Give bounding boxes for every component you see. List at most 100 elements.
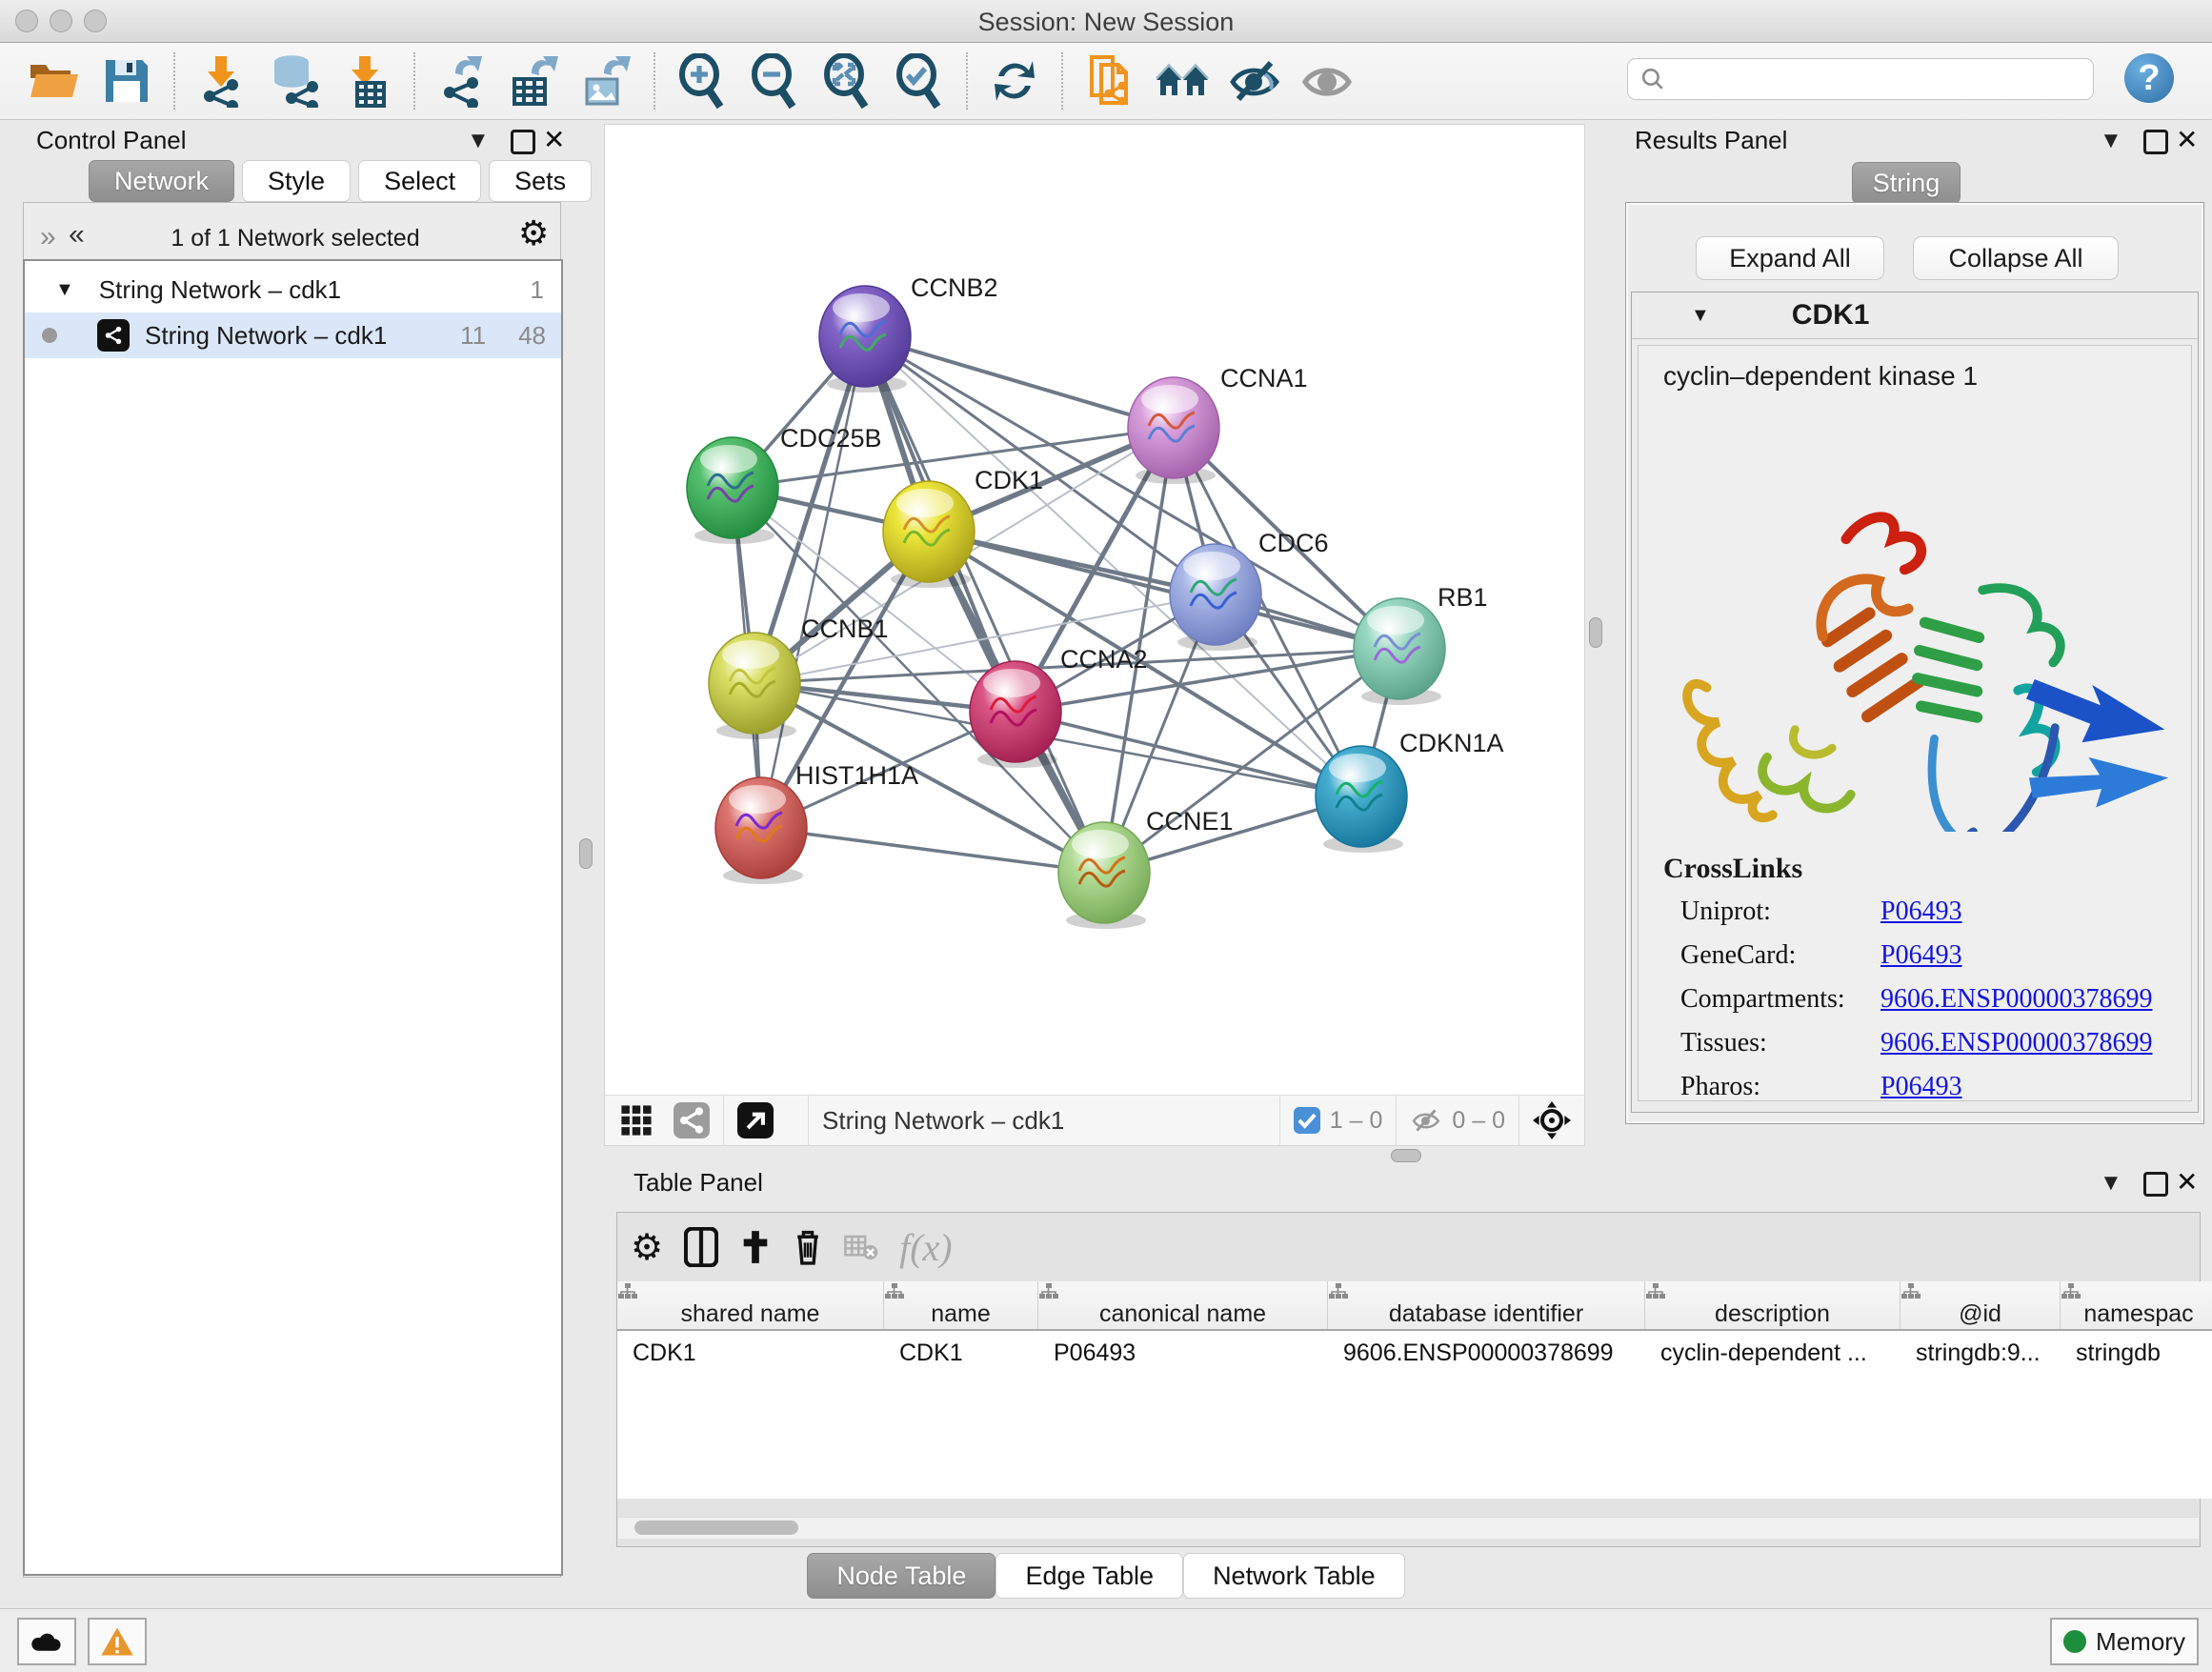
tab-network-table[interactable]: Network Table — [1183, 1553, 1405, 1599]
collapse-all-button[interactable]: Collapse All — [1913, 236, 2119, 280]
import-network-database-button[interactable] — [265, 51, 324, 111]
apply-layout-button[interactable] — [985, 51, 1044, 111]
tab-sets[interactable]: Sets — [489, 160, 592, 202]
table-cell[interactable]: stringdb:9... — [1900, 1330, 2061, 1375]
column-header-description[interactable]: description — [1645, 1281, 1900, 1330]
tab-select[interactable]: Select — [358, 160, 481, 202]
crosslink-link[interactable]: P06493 — [1880, 1072, 1962, 1102]
zoom-out-button[interactable] — [745, 51, 804, 111]
column-header-name[interactable]: name — [884, 1281, 1038, 1330]
right-splitter-grip[interactable] — [1589, 617, 1602, 648]
graph-node-CCNB2[interactable]: CCNB2 — [819, 273, 998, 393]
graph-node-RB1[interactable]: RB1 — [1354, 583, 1488, 705]
table-row[interactable]: CDK1CDK1P064939606.ENSP00000378699cyclin… — [617, 1330, 2212, 1375]
control-panel-collapse-icon[interactable]: ▼ — [467, 128, 490, 154]
first-neighbors-button[interactable] — [1153, 51, 1212, 111]
table-cell[interactable]: CDK1 — [884, 1330, 1038, 1375]
graph-node-HIST1H1A[interactable]: HIST1H1A — [715, 761, 918, 884]
column-header--id[interactable]: @id — [1900, 1281, 2061, 1330]
graph-edge[interactable] — [865, 336, 1104, 873]
graph-node-CCNE1[interactable]: CCNE1 — [1058, 807, 1234, 929]
table-panel-collapse-icon[interactable]: ▼ — [2100, 1170, 2122, 1197]
results-panel-float-icon[interactable] — [2143, 130, 2168, 154]
open-session-button[interactable] — [25, 51, 84, 111]
show-all-button[interactable] — [1297, 51, 1357, 111]
hidden-eye-slash-icon[interactable] — [1410, 1107, 1442, 1134]
add-column-icon[interactable] — [739, 1228, 772, 1266]
export-table-button[interactable] — [505, 51, 564, 111]
graph-edge[interactable] — [865, 336, 1174, 428]
graph-node-CDC25B[interactable]: CDC25B — [687, 424, 882, 544]
zoom-fit-button[interactable] — [817, 51, 876, 111]
column-header-canonical-name[interactable]: canonical name — [1038, 1281, 1328, 1330]
crosslink-link[interactable]: 9606.ENSP00000378699 — [1880, 1028, 2152, 1058]
memory-button[interactable]: Memory — [2050, 1618, 2199, 1665]
zoom-in-button[interactable] — [673, 51, 732, 111]
help-button[interactable]: ? — [2124, 53, 2174, 103]
export-network-button[interactable] — [432, 51, 492, 111]
tab-edge-table[interactable]: Edge Table — [995, 1553, 1183, 1599]
birds-eye-crosshair-icon[interactable] — [1533, 1101, 1571, 1139]
network-row-selected[interactable]: String Network – cdk1 11 48 — [25, 312, 561, 358]
crosslink-link[interactable]: P06493 — [1880, 940, 1962, 971]
gene-collapse-icon[interactable]: ▼ — [1691, 305, 1710, 327]
delete-table-icon[interactable] — [844, 1233, 878, 1261]
table-panel-close-icon[interactable]: ✕ — [2176, 1166, 2198, 1198]
show-columns-icon[interactable] — [684, 1227, 718, 1267]
graph-edge[interactable] — [761, 828, 1104, 873]
zoom-selected-button[interactable] — [890, 51, 949, 111]
results-tab-string[interactable]: String — [1852, 162, 1961, 204]
table-options-gear-icon[interactable]: ⚙ — [631, 1226, 663, 1269]
new-network-from-selection-button[interactable] — [1080, 51, 1139, 111]
table-cell[interactable]: cyclin-dependent ... — [1645, 1330, 1900, 1375]
search-input[interactable] — [1666, 65, 2080, 93]
gene-header[interactable]: ▼ CDK1 — [1632, 292, 2198, 339]
crosslink-link[interactable]: 9606.ENSP00000378699 — [1880, 984, 2152, 1015]
column-header-shared-name[interactable]: shared name — [617, 1281, 884, 1330]
network-canvas[interactable]: CCNB2CCNA1CDC25BCDK1CDC6RB1CCNB1CCNA2CDK… — [604, 124, 1585, 1097]
graph-edge[interactable] — [761, 336, 865, 828]
graph-node-CDC6[interactable]: CDC6 — [1170, 529, 1329, 651]
selected-checkbox-icon[interactable] — [1294, 1107, 1320, 1134]
table-horizontal-scrollbar[interactable] — [618, 1517, 2199, 1539]
control-panel-float-icon[interactable] — [511, 130, 535, 154]
graph-node-CDK1[interactable]: CDK1 — [883, 466, 1043, 588]
cloud-status-button[interactable] — [17, 1618, 76, 1665]
table-panel-float-icon[interactable] — [2143, 1172, 2168, 1197]
hide-selection-button[interactable] — [1225, 51, 1284, 111]
function-builder-icon[interactable]: f(x) — [899, 1225, 953, 1270]
crosslink-link[interactable]: P06493 — [1880, 896, 1962, 927]
scrollbar-thumb[interactable] — [634, 1521, 798, 1535]
collapse-all-networks-icon[interactable]: » — [40, 221, 52, 253]
search-box[interactable] — [1627, 58, 2094, 100]
import-network-file-button[interactable] — [192, 51, 251, 111]
control-panel-close-icon[interactable]: ✕ — [543, 124, 565, 155]
network-collection-row[interactable]: ▼ String Network – cdk1 1 — [25, 267, 561, 312]
graph-node-CCNA1[interactable]: CCNA1 — [1128, 364, 1308, 484]
tab-node-table[interactable]: Node Table — [807, 1553, 995, 1599]
expand-all-button[interactable]: Expand All — [1696, 236, 1884, 280]
tab-style[interactable]: Style — [242, 160, 351, 202]
table-cell[interactable]: stringdb — [2061, 1330, 2212, 1375]
table-cell[interactable]: CDK1 — [617, 1330, 884, 1375]
open-in-window-icon[interactable] — [737, 1102, 774, 1138]
left-splitter-grip[interactable] — [579, 838, 593, 869]
expand-all-networks-icon[interactable]: » — [72, 221, 85, 253]
table-cell[interactable]: P06493 — [1038, 1330, 1328, 1375]
share-view-icon[interactable] — [674, 1102, 710, 1138]
delete-column-icon[interactable] — [793, 1228, 823, 1266]
graph-edge[interactable] — [929, 532, 1399, 649]
import-table-file-button[interactable] — [337, 51, 396, 111]
tab-network[interactable]: Network — [89, 160, 234, 202]
export-image-button[interactable] — [577, 51, 636, 111]
graph-node-CDKN1A[interactable]: CDKN1A — [1316, 729, 1504, 853]
column-header-namespac[interactable]: namespac — [2061, 1281, 2212, 1330]
results-panel-collapse-icon[interactable]: ▼ — [2100, 128, 2122, 154]
collection-expand-icon[interactable]: ▼ — [55, 279, 74, 301]
column-header-database-identifier[interactable]: database identifier — [1328, 1281, 1645, 1330]
warning-button[interactable] — [88, 1618, 147, 1665]
save-session-button[interactable] — [97, 51, 156, 111]
table-cell[interactable]: 9606.ENSP00000378699 — [1328, 1330, 1645, 1375]
horizontal-splitter-grip[interactable] — [1391, 1149, 1421, 1162]
results-panel-close-icon[interactable]: ✕ — [2176, 124, 2198, 155]
